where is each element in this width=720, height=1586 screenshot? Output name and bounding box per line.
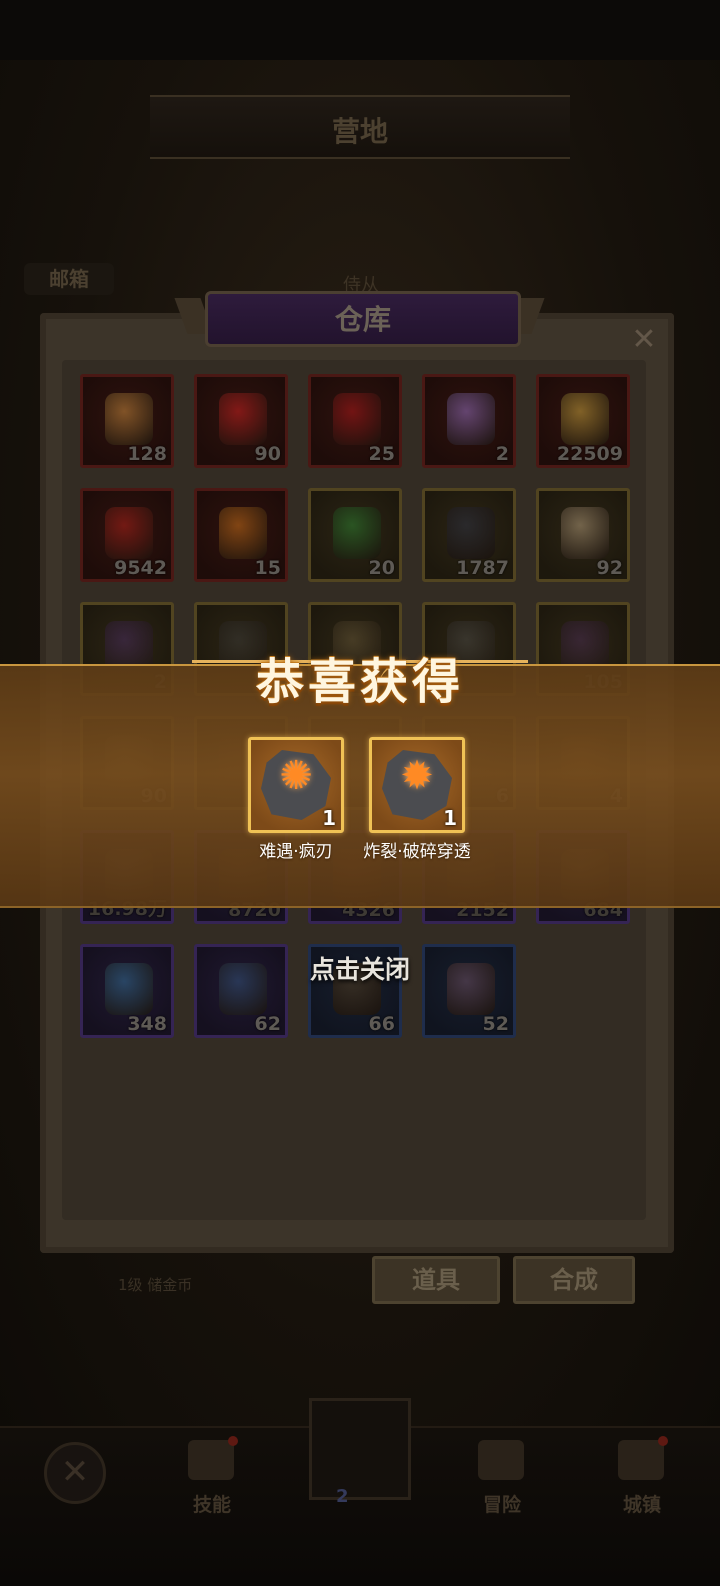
skill-book-icon <box>188 1440 234 1480</box>
synthesis-button[interactable]: 合成 <box>513 1256 635 1304</box>
tap-to-close-hint[interactable]: 点击关闭 <box>0 950 720 986</box>
close-icon[interactable]: ✕ <box>628 324 660 356</box>
notification-dot <box>228 1436 238 1446</box>
dark-ore-icon <box>447 507 495 559</box>
item-count: 348 <box>127 1013 167 1035</box>
castle-icon <box>618 1440 664 1480</box>
warehouse-slot[interactable]: 128 <box>80 374 174 468</box>
item-count: 62 <box>254 1013 281 1035</box>
red-heart-gem-icon <box>219 393 267 445</box>
nav-center-count: 2 <box>336 1486 349 1507</box>
item-count: 1787 <box>456 557 509 579</box>
warehouse-title: 仓库 <box>334 303 391 336</box>
close-icon: ✕ <box>44 1442 106 1504</box>
vortex-rune-icon: ✺ <box>279 753 313 799</box>
green-potion-icon <box>333 507 381 559</box>
item-count: 22509 <box>556 443 623 465</box>
reward-qty: 1 <box>443 806 457 830</box>
reward-item-card[interactable]: ✺ 1 <box>248 737 344 833</box>
warehouse-slot[interactable]: 92 <box>536 488 630 582</box>
gold-storage-label: 1级 储金币 <box>118 1276 193 1294</box>
item-count: 90 <box>254 443 281 465</box>
item-count: 52 <box>482 1013 509 1035</box>
item-count: 9542 <box>114 557 167 579</box>
item-count: 128 <box>127 443 167 465</box>
props-button[interactable]: 道具 <box>372 1256 500 1304</box>
reward-title: 恭喜获得 <box>255 654 464 710</box>
candle-icon <box>561 507 609 559</box>
warehouse-slot[interactable]: 22509 <box>536 374 630 468</box>
nav-skills: 技能 <box>192 1494 231 1516</box>
mailbox-button: 邮箱 <box>24 263 114 295</box>
reward-item-name: 炸裂·破碎穿透 <box>363 842 471 862</box>
nav-center-frame <box>309 1398 411 1500</box>
item-count: 20 <box>368 557 395 579</box>
item-count: 2 <box>495 443 509 465</box>
nav-adventure: 冒险 <box>482 1494 521 1516</box>
notification-dot <box>658 1436 668 1446</box>
gold-crystal-icon <box>561 393 609 445</box>
map-icon <box>478 1440 524 1480</box>
burst-rune-icon: ✹ <box>400 753 434 799</box>
warehouse-slot[interactable]: 25 <box>308 374 402 468</box>
red-ore-icon <box>105 507 153 559</box>
item-count: 15 <box>254 557 281 579</box>
warehouse-slot[interactable]: 20 <box>308 488 402 582</box>
warehouse-slot[interactable]: 2 <box>422 374 516 468</box>
item-count: 25 <box>368 443 395 465</box>
warehouse-slot[interactable]: 90 <box>194 374 288 468</box>
nav-city: 城镇 <box>622 1494 661 1516</box>
item-count: 92 <box>596 557 623 579</box>
item-count: 66 <box>368 1013 395 1035</box>
camp-title: 营地 <box>331 115 388 148</box>
warehouse-slot[interactable]: 9542 <box>80 488 174 582</box>
reward-item-card[interactable]: ✹ 1 <box>369 737 465 833</box>
feather-icon <box>105 393 153 445</box>
gold-heart-icon <box>219 507 267 559</box>
rainbow-crystal-icon <box>447 393 495 445</box>
warehouse-slot[interactable]: 15 <box>194 488 288 582</box>
reward-qty: 1 <box>322 806 336 830</box>
red-crystal-icon <box>333 393 381 445</box>
warehouse-slot[interactable]: 1787 <box>422 488 516 582</box>
